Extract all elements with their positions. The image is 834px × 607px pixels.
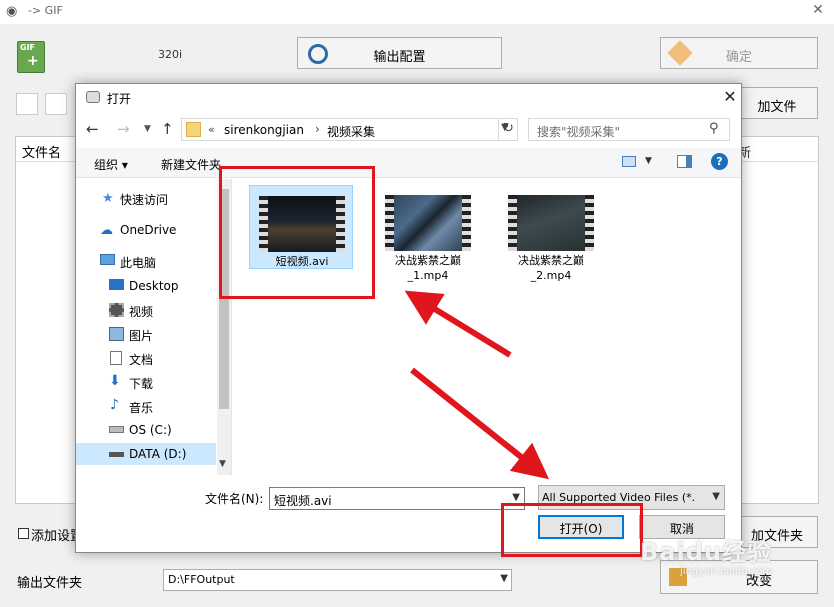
- filename-input[interactable]: 短视频.avi ▼: [269, 487, 525, 510]
- app-title: -> GIF: [28, 4, 63, 17]
- nav-item-documents[interactable]: 文档: [76, 347, 216, 369]
- chevron-down-icon: ▼: [500, 573, 508, 584]
- video-thumbnail: [385, 195, 471, 251]
- nav-item-label: OneDrive: [120, 223, 177, 237]
- nav-item-videos[interactable]: 视频: [76, 299, 216, 321]
- nav-item-drive-d[interactable]: DATA (D:): [76, 443, 216, 465]
- chevron-down-icon: ▼: [712, 491, 720, 502]
- nav-item-label: 文档: [129, 353, 154, 367]
- file-item[interactable]: 决战紫禁之巅_2.mp4: [499, 185, 603, 282]
- new-folder-button[interactable]: 新建文件夹: [161, 156, 221, 173]
- file-name-label: 决战紫禁之巅_2.mp4: [518, 254, 584, 282]
- remove-item-button[interactable]: [16, 93, 38, 115]
- gif-icon: GIF +: [17, 41, 45, 73]
- nav-item-quick-access[interactable]: ★ 快速访问: [76, 187, 216, 209]
- drive-c-icon: [109, 426, 124, 433]
- resolution-text: 320i: [158, 48, 183, 61]
- add-file-button[interactable]: 加文件: [736, 87, 818, 119]
- document-folder-icon: [110, 351, 122, 365]
- output-folder-select[interactable]: D:\FFOutput ▼: [163, 569, 512, 591]
- annotation-highlight-open-button: [501, 503, 643, 557]
- breadcrumb-separator[interactable]: ›: [315, 122, 320, 136]
- navigation-pane: ★ 快速访问 ☁ OneDrive 此电脑 Desktop 视频 图片 文档 ⬇: [76, 179, 232, 475]
- filename-value: 短视频.avi: [274, 494, 332, 508]
- nav-item-drive-c[interactable]: OS (C:): [76, 419, 216, 441]
- star-icon: ★: [102, 191, 114, 206]
- watermark-url: jingyan.baidu.com: [680, 566, 773, 577]
- folder-icon: [186, 122, 201, 137]
- nav-item-label: 下载: [129, 377, 154, 391]
- open-file-dialog: 打开 ✕ ← → ▼ ↑ « sirenkongjian › 视频采集 ▼ ↻ …: [75, 83, 742, 553]
- preview-pane-icon[interactable]: [677, 155, 692, 168]
- nav-item-label: OS (C:): [129, 423, 172, 437]
- add-settings-checkbox[interactable]: [18, 528, 29, 539]
- desktop-icon: [109, 279, 124, 290]
- video-thumbnail: [508, 195, 594, 251]
- app-close-icon[interactable]: ✕: [806, 2, 830, 22]
- dialog-toolbar: 组织 ▾ 新建文件夹 ▼ ?: [76, 148, 741, 178]
- filename-label: 文件名(N):: [205, 492, 264, 506]
- nav-item-label: 此电脑: [120, 256, 157, 270]
- clear-list-button[interactable]: [45, 93, 67, 115]
- view-options-icon[interactable]: [622, 156, 636, 167]
- annotation-highlight-file: [219, 166, 375, 299]
- cloud-icon: ☁: [100, 223, 113, 238]
- nav-item-label: 快速访问: [120, 193, 169, 207]
- search-icon: ⚲: [709, 121, 719, 136]
- video-folder-icon: [109, 303, 124, 317]
- add-file-label: 加文件: [757, 100, 797, 115]
- dialog-title: 打开: [107, 92, 132, 106]
- output-folder-label: 输出文件夹: [17, 576, 83, 591]
- nav-item-music[interactable]: ♪ 音乐: [76, 395, 216, 417]
- computer-icon: [100, 254, 115, 265]
- search-placeholder: 搜索"视频采集": [537, 125, 621, 139]
- file-item[interactable]: 决战紫禁之巅_1.mp4: [376, 185, 480, 282]
- chevron-down-icon[interactable]: ▼: [512, 492, 520, 503]
- up-arrow-icon[interactable]: ↑: [161, 120, 174, 138]
- dialog-close-icon[interactable]: ✕: [720, 87, 740, 107]
- download-icon: ⬇: [109, 373, 121, 389]
- forward-arrow-icon[interactable]: →: [117, 120, 130, 138]
- address-overflow-chevron[interactable]: «: [208, 123, 215, 136]
- help-icon[interactable]: ?: [711, 153, 728, 170]
- nav-item-onedrive[interactable]: ☁ OneDrive: [76, 219, 216, 241]
- nav-item-label: 视频: [129, 305, 154, 319]
- nav-item-downloads[interactable]: ⬇ 下载: [76, 371, 216, 393]
- file-name-label: 决战紫禁之巅_1.mp4: [395, 254, 461, 282]
- address-bar[interactable]: « sirenkongjian › 视频采集 ▼: [181, 118, 518, 141]
- organize-menu-button[interactable]: 组织 ▾: [94, 156, 128, 173]
- nav-item-desktop[interactable]: Desktop: [76, 275, 216, 297]
- nav-item-label: Desktop: [129, 279, 179, 293]
- column-header-filename[interactable]: 文件名: [22, 142, 61, 161]
- dialog-app-icon: [86, 91, 100, 103]
- confirm-button[interactable]: 确定: [660, 37, 818, 69]
- back-arrow-icon[interactable]: ←: [86, 120, 99, 138]
- confirm-label: 确定: [725, 50, 752, 65]
- recent-locations-icon[interactable]: ▼: [144, 124, 151, 134]
- search-input[interactable]: 搜索"视频采集" ⚲: [528, 118, 730, 141]
- nav-item-pictures[interactable]: 图片: [76, 323, 216, 345]
- picture-folder-icon: [109, 327, 124, 341]
- nav-item-label: 图片: [129, 329, 154, 343]
- output-config-label: 输出配置: [373, 50, 426, 65]
- nav-item-this-pc[interactable]: 此电脑: [76, 250, 216, 272]
- breadcrumb-item[interactable]: 视频采集: [327, 123, 375, 140]
- breadcrumb-item[interactable]: sirenkongjian: [224, 123, 304, 137]
- nav-item-label: 音乐: [129, 401, 154, 415]
- output-folder-value: D:\FFOutput: [168, 573, 235, 586]
- chevron-down-icon[interactable]: ▼: [219, 459, 226, 469]
- app-titlebar: ◉ -> GIF ✕: [0, 0, 834, 24]
- watermark-logo: Baidu经验: [640, 538, 772, 566]
- app-icon: ◉: [6, 4, 18, 19]
- output-config-button[interactable]: 输出配置: [297, 37, 502, 69]
- chevron-down-icon[interactable]: ▼: [645, 156, 652, 166]
- nav-item-label: DATA (D:): [129, 447, 187, 461]
- refresh-icon[interactable]: ↻: [498, 118, 518, 141]
- music-icon: ♪: [110, 397, 119, 413]
- drive-d-icon: [109, 452, 124, 457]
